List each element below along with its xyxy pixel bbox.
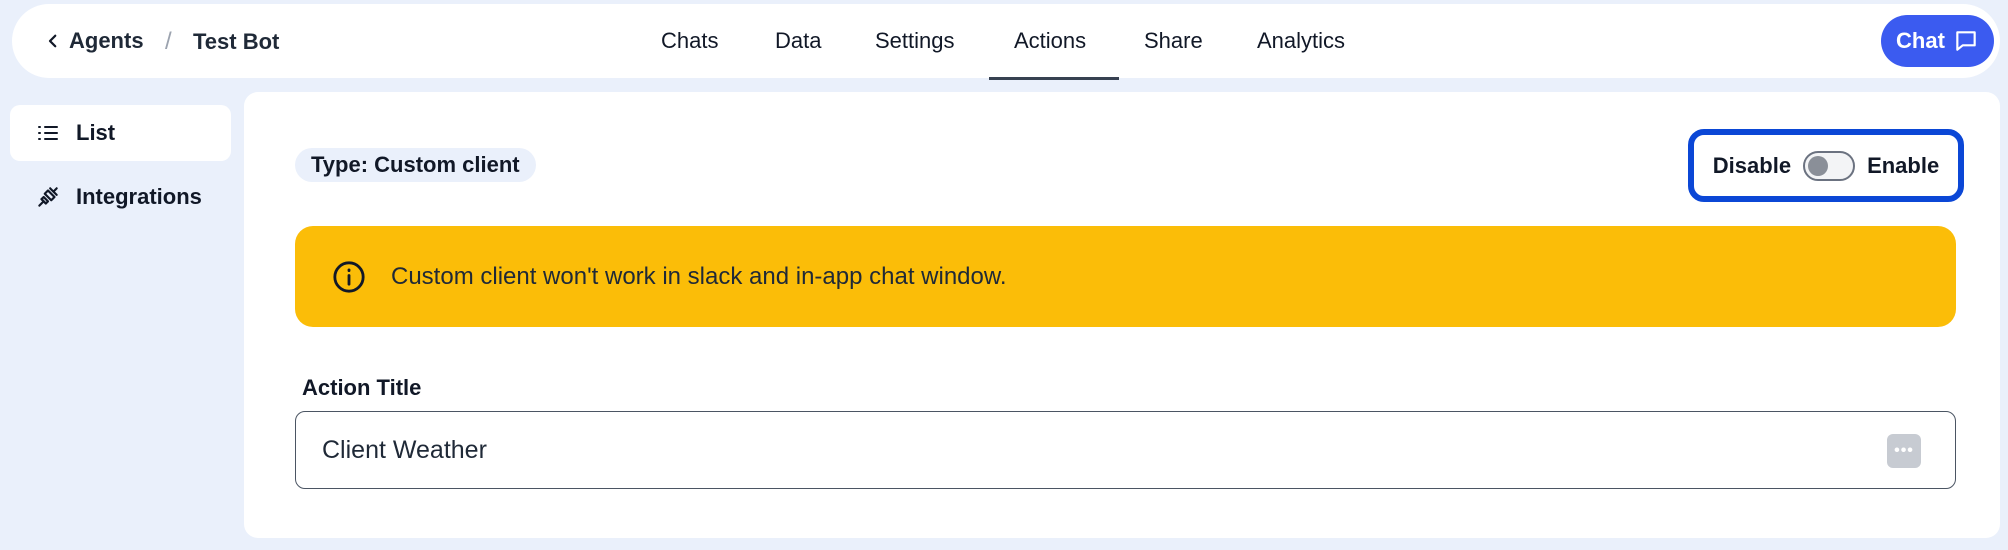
sidebar-item-label: List — [76, 120, 116, 145]
sidebar-item-label: Integrations — [76, 184, 202, 209]
tab-chats[interactable]: Chats — [661, 28, 718, 54]
chat-button[interactable]: Chat — [1881, 15, 1994, 67]
warning-alert: Custom client won't work in slack and in… — [295, 226, 1956, 327]
plug-icon — [34, 183, 62, 211]
action-title-field: ••• — [295, 411, 1956, 489]
enable-label: Enable — [1867, 152, 1940, 178]
message-square-icon — [1956, 31, 1976, 51]
tab-analytics[interactable]: Analytics — [1257, 28, 1345, 54]
list-icon — [34, 119, 62, 147]
active-tab-indicator — [989, 77, 1119, 80]
action-title-label: Action Title — [302, 375, 422, 400]
disable-label: Disable — [1712, 152, 1792, 178]
alert-message: Custom client won't work in slack and in… — [391, 262, 1007, 290]
chat-button-label: Chat — [1896, 28, 1945, 53]
action-settings-panel: Type: Custom client Disable Enable Custo… — [244, 92, 2000, 538]
tab-data[interactable]: Data — [775, 28, 821, 54]
sidebar-item-integrations[interactable]: Integrations — [10, 169, 231, 225]
top-navigation-bar: Agents / Test Bot Chats Data Settings Ac… — [12, 4, 2000, 80]
action-title-input[interactable] — [322, 435, 1822, 465]
tab-share[interactable]: Share — [1144, 28, 1203, 54]
tab-settings[interactable]: Settings — [875, 28, 955, 54]
sidebar-item-list[interactable]: List — [10, 105, 231, 161]
enable-toggle-switch[interactable] — [1803, 150, 1856, 181]
tab-actions[interactable]: Actions — [1014, 28, 1086, 54]
enable-toggle-group: Disable Enable — [1688, 129, 1964, 202]
info-icon — [331, 259, 367, 295]
type-badge: Type: Custom client — [295, 148, 536, 182]
more-horizontal-icon[interactable]: ••• — [1887, 434, 1921, 468]
tab-bar: Chats Data Settings Actions Share Analyt… — [12, 4, 2000, 80]
toggle-knob — [1808, 155, 1829, 176]
